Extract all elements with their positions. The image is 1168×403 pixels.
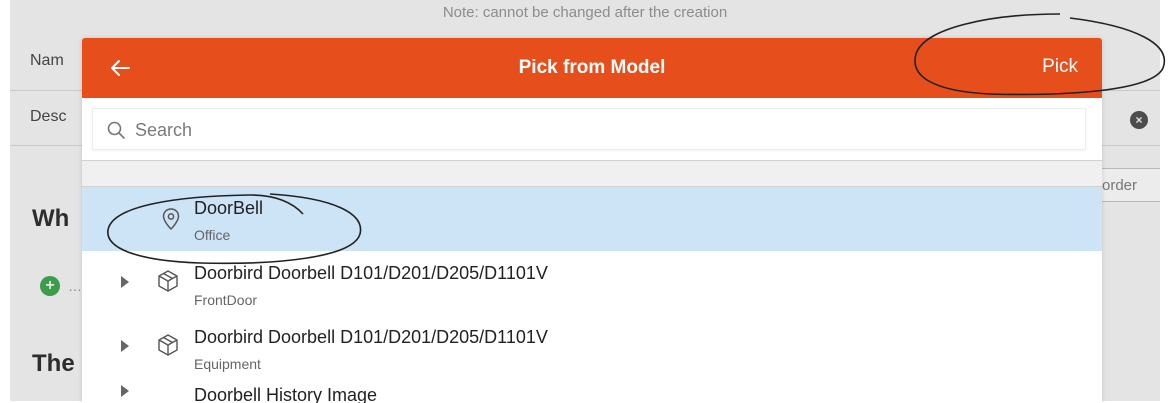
clear-circle-icon[interactable]: ×: [1130, 111, 1148, 129]
list-item-doorbell[interactable]: DoorBell Office: [82, 187, 1102, 251]
item-title: DoorBell: [194, 198, 264, 218]
expand-caret-icon[interactable]: [120, 385, 130, 397]
order-button[interactable]: order: [1095, 168, 1160, 202]
item-title: Doorbell History Image: [194, 385, 378, 403]
search-box[interactable]: [92, 108, 1086, 151]
list-header-bar: [82, 160, 1102, 187]
search-input[interactable]: [133, 109, 1077, 151]
dialog-header: Pick from Model Pick: [82, 38, 1102, 98]
list-item-doorbell-history[interactable]: Doorbell History Image: [82, 379, 1102, 403]
section-heading: The: [32, 350, 75, 377]
pick-button[interactable]: Pick: [1022, 56, 1086, 82]
name-field-label: Nam: [30, 52, 64, 69]
description-field-label: Desc: [30, 108, 67, 125]
add-label: …: [68, 278, 82, 294]
pick-from-model-dialog: Pick from Model Pick DoorBell Office: [82, 38, 1102, 403]
list-item-doorbird-equipment[interactable]: Doorbird Doorbell D101/D201/D205/D1101V …: [82, 315, 1102, 379]
list-item-doorbird-frontdoor[interactable]: Doorbird Doorbell D101/D201/D205/D1101V …: [82, 251, 1102, 315]
item-title: Doorbird Doorbell D101/D201/D205/D1101V: [194, 263, 548, 283]
item-title: Doorbird Doorbell D101/D201/D205/D1101V: [194, 327, 548, 347]
item-subtitle: Office: [194, 227, 231, 243]
section-heading: Wh: [32, 205, 70, 232]
expand-caret-icon[interactable]: [120, 340, 130, 352]
add-circle-icon[interactable]: +: [40, 276, 60, 296]
expand-caret-icon[interactable]: [120, 276, 130, 288]
model-list: DoorBell Office Doorbird Doorbell D101/D…: [82, 187, 1102, 403]
dialog-title: Pick from Model: [518, 57, 666, 78]
cube-icon: [158, 334, 178, 356]
cube-icon: [158, 270, 178, 292]
item-subtitle: FrontDoor: [194, 292, 258, 308]
search-icon: [107, 121, 125, 139]
item-subtitle: Equipment: [194, 356, 261, 372]
creation-note: Note: cannot be changed after the creati…: [442, 4, 728, 21]
location-pin-icon: [162, 208, 180, 231]
